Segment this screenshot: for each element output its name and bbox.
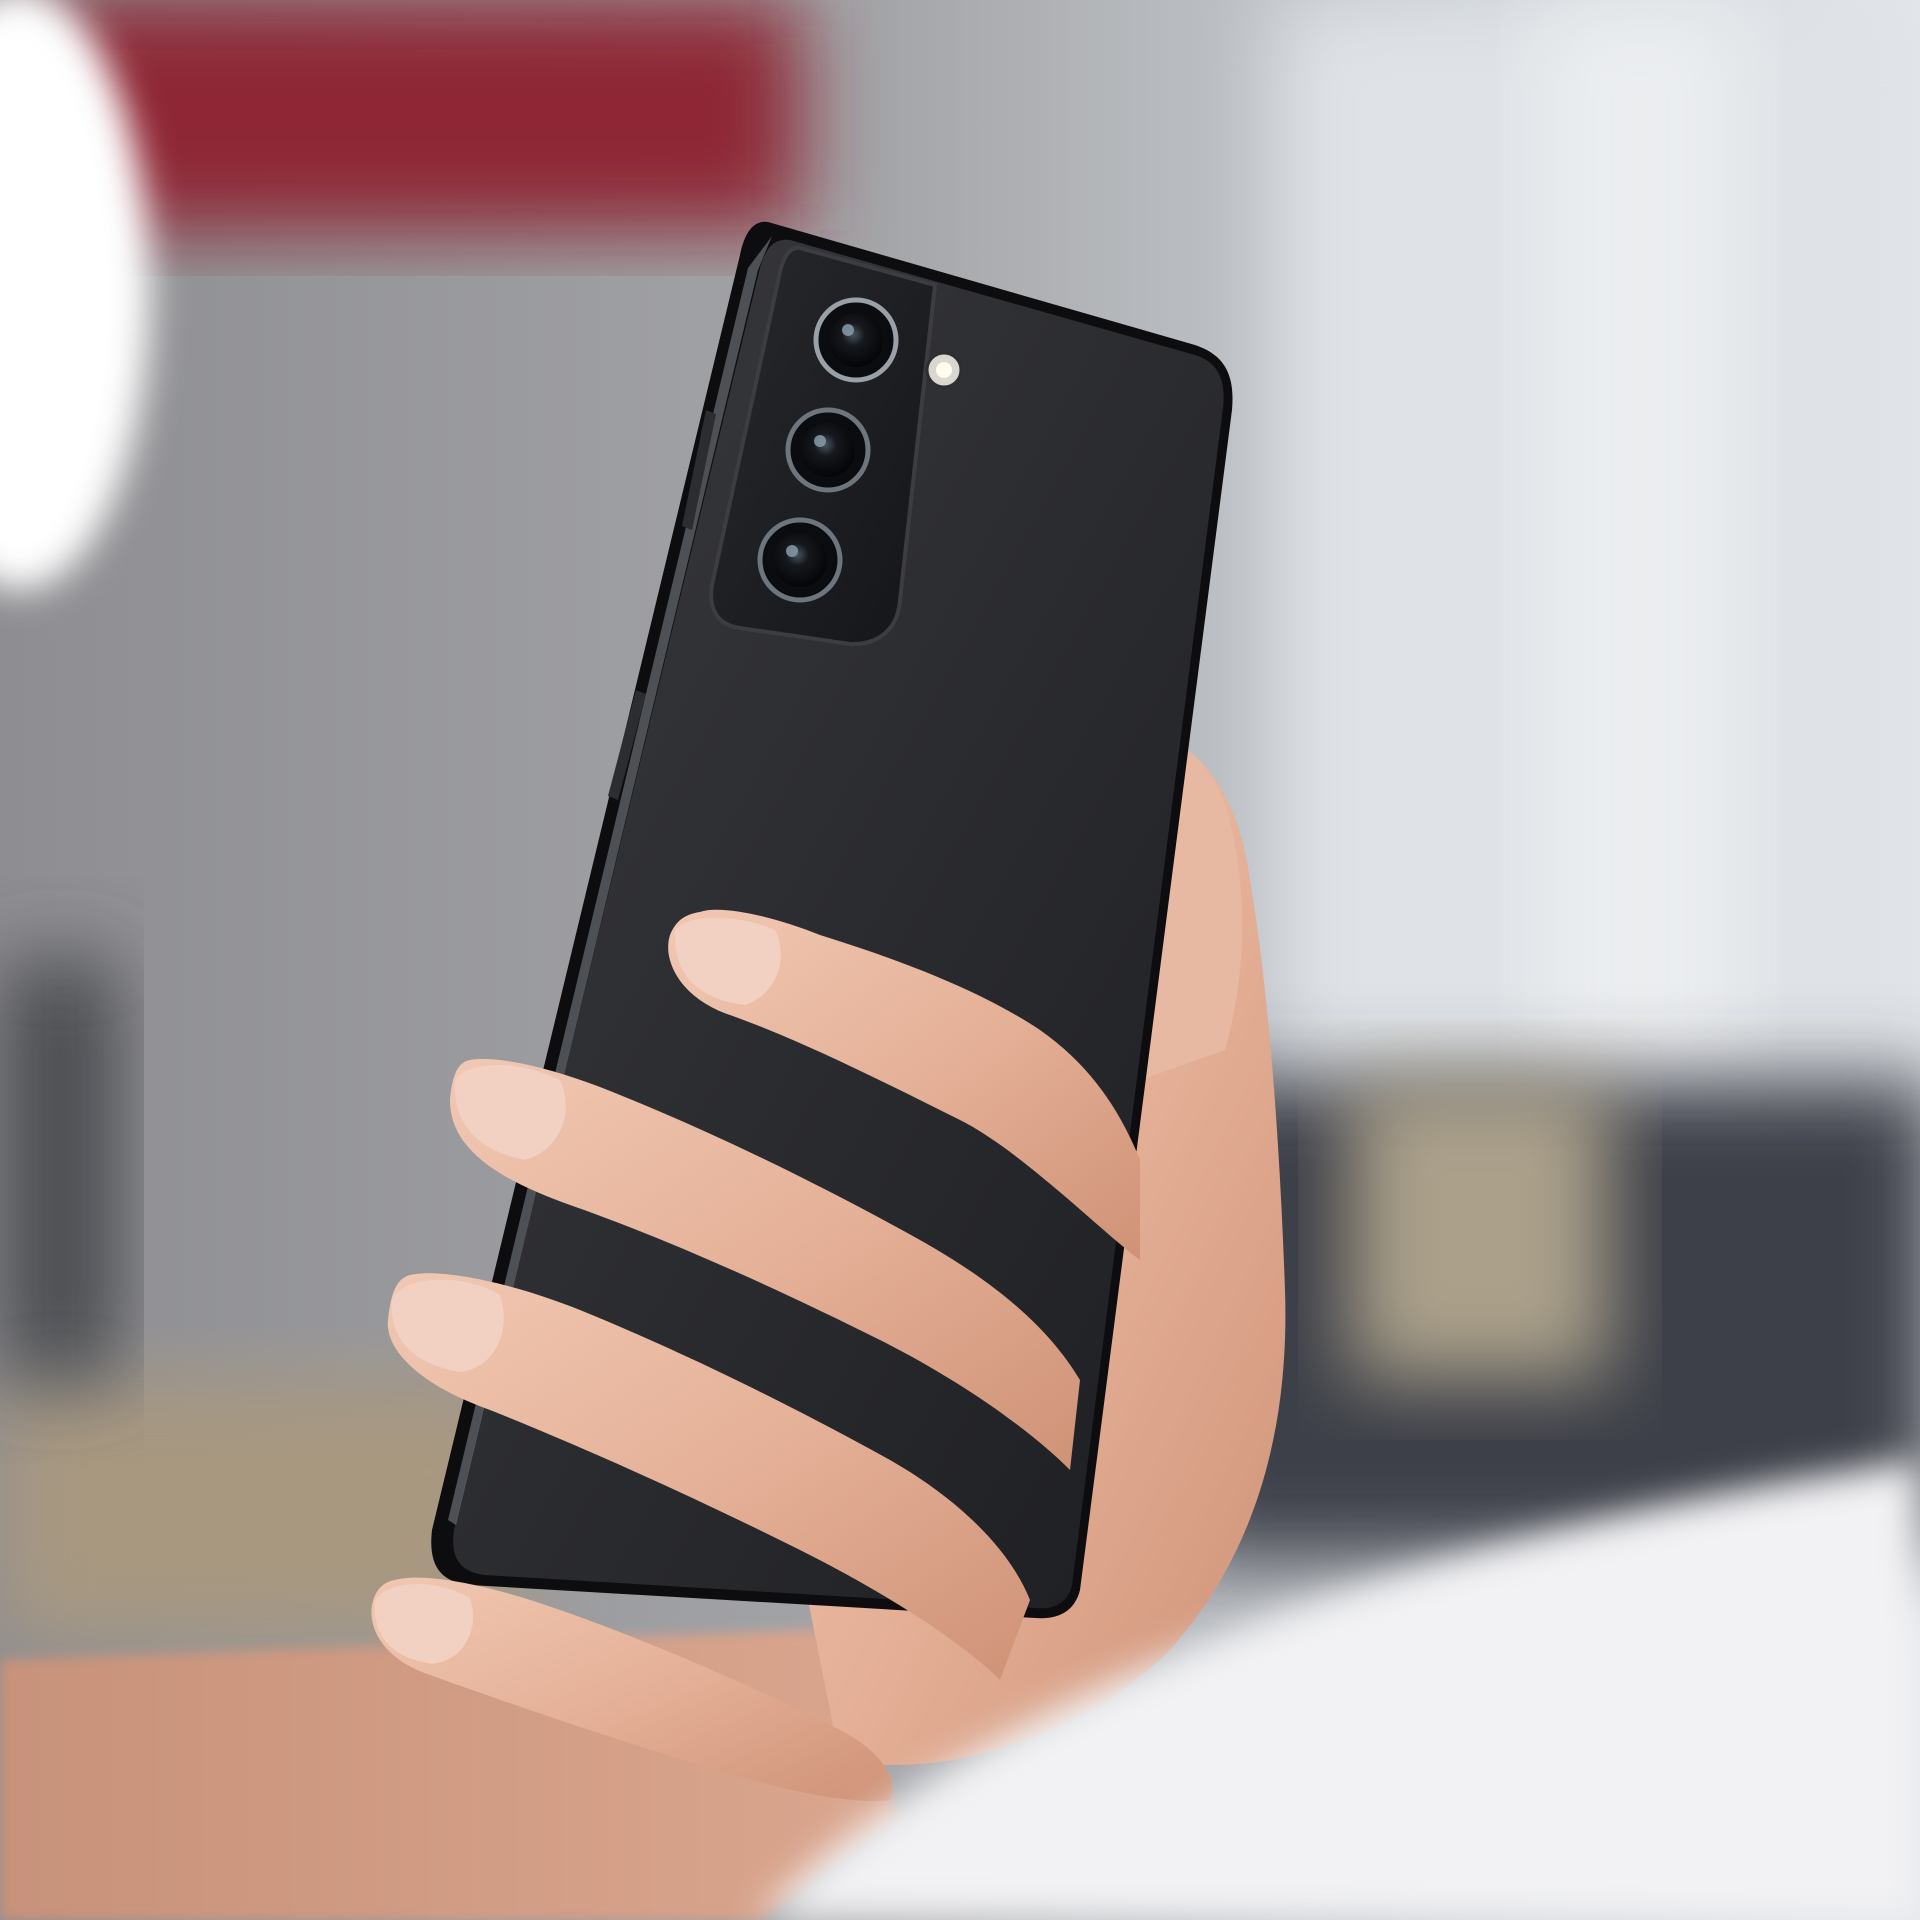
- camera-lens-3: [757, 517, 843, 603]
- photo-scene: [0, 0, 1920, 1920]
- background-red-panel: [40, 0, 800, 230]
- flash-icon: [925, 351, 963, 389]
- camera-lens-1: [813, 297, 899, 383]
- camera-lens-2: [785, 407, 871, 493]
